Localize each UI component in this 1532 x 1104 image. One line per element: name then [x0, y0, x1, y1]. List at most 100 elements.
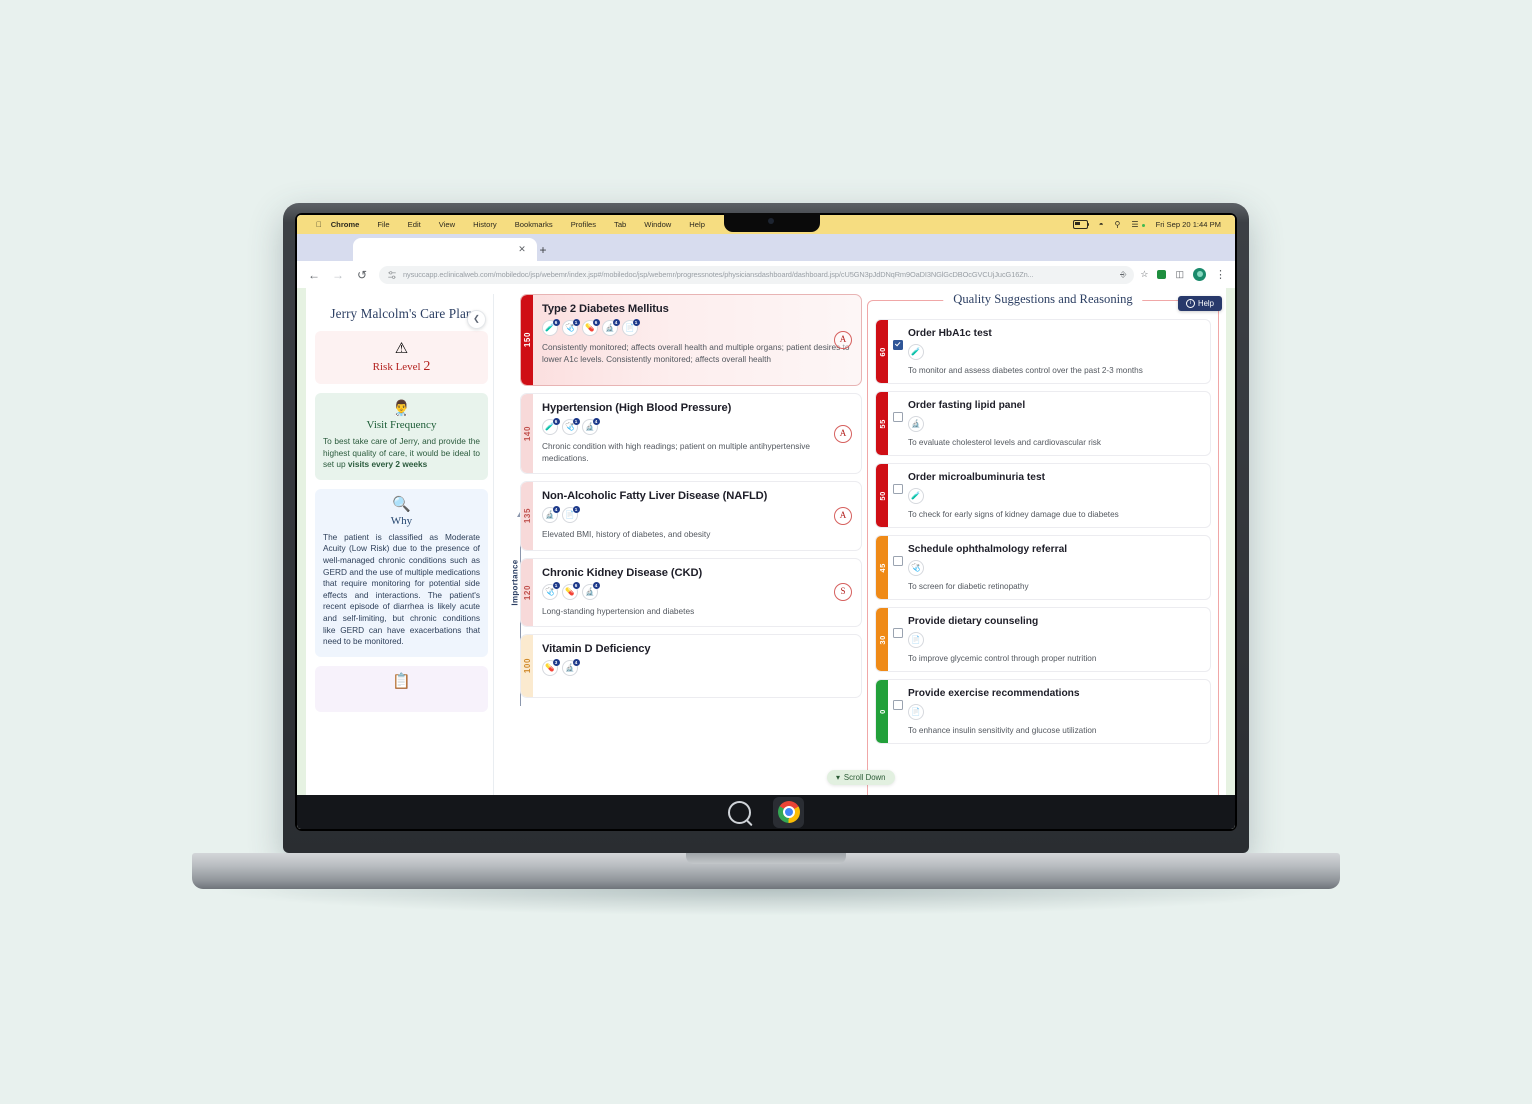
stethoscope-icon[interactable]: 🩺 — [908, 560, 924, 576]
dock-search-icon[interactable] — [728, 800, 751, 824]
medical-bag-icon[interactable]: 💊 6 — [582, 318, 600, 336]
suggestion-checkbox-cell — [888, 320, 908, 383]
severity-badge[interactable]: A — [834, 424, 852, 443]
wifi-icon[interactable]: ◓ — [1099, 220, 1104, 229]
sidebar-collapse-button[interactable]: ❮ — [467, 310, 486, 329]
stethoscope-icon[interactable]: 🩺 1 — [542, 582, 560, 600]
document-icon[interactable]: 📄 — [908, 704, 924, 720]
quality-suggestion-card[interactable]: 50 Order microalbuminuria test 🧪 To check f… — [875, 463, 1211, 528]
profile-avatar-icon[interactable] — [1193, 268, 1206, 281]
suggestion-checkbox-cell — [888, 608, 908, 671]
medication-icon[interactable]: 🔬 — [908, 416, 924, 432]
conditions-list[interactable]: 150 Type 2 Diabetes Mellitus 🧪 6 🩺 1 💊 6 🔬 4 📄 1 Con… — [520, 294, 862, 829]
stethoscope-icon[interactable]: 🩺 1 — [562, 417, 580, 435]
condition-title: Non-Alcoholic Fatty Liver Disease (NAFLD… — [542, 490, 768, 502]
condition-title: Type 2 Diabetes Mellitus — [542, 303, 669, 315]
condition-card[interactable]: 140 Hypertension (High Blood Pressure) 🧪 6 🩺… — [520, 393, 862, 474]
lab-test-icon[interactable]: 🧪 6 — [542, 318, 560, 336]
icon-count-badge: 1 — [552, 582, 560, 589]
side-panel-icon[interactable]: ◫ — [1175, 269, 1184, 280]
severity-badge[interactable]: S — [834, 583, 852, 602]
suggestion-description: To enhance insulin sensitivity and gluco… — [908, 726, 1097, 735]
menubar-item-bookmarks[interactable]: Bookmarks — [506, 220, 562, 229]
menubar-item-profiles[interactable]: Profiles — [562, 220, 605, 229]
control-center-icon[interactable]: ☰ — [1131, 220, 1138, 229]
quality-suggestion-card[interactable]: 55 Order fasting lipid panel 🔬 To evaluate … — [875, 391, 1211, 456]
severity-badge[interactable]: A — [834, 331, 852, 349]
suggestion-checkbox[interactable] — [893, 340, 903, 350]
back-arrow-icon[interactable]: ← — [307, 268, 321, 282]
browser-tab[interactable] — [353, 238, 537, 261]
forward-arrow-icon[interactable]: → — [331, 268, 345, 282]
kebab-menu-icon[interactable]: ⋮ — [1215, 269, 1226, 280]
extension-icon[interactable] — [1157, 270, 1167, 279]
suggestion-description: To screen for diabetic retinopathy — [908, 582, 1029, 591]
lab-test-icon[interactable]: 🧪 6 — [542, 417, 560, 435]
reload-icon[interactable]: ↺ — [355, 268, 369, 282]
severity-badge[interactable]: A — [834, 506, 852, 525]
condition-card[interactable]: 150 Type 2 Diabetes Mellitus 🧪 6 🩺 1 💊 6 🔬 4 📄 1 Con… — [520, 294, 862, 386]
menubar-item-tab[interactable]: Tab — [605, 220, 635, 229]
search-icon[interactable]: ⚲ — [1115, 220, 1121, 229]
suggestion-body: Order microalbuminuria test 🧪 To check for… — [908, 464, 1210, 527]
document-icon[interactable]: 📄 1 — [562, 505, 580, 523]
chrome-icon[interactable] — [773, 796, 804, 828]
address-bar[interactable]: nysuccapp.eclinicalweb.com/mobiledoc/jsp… — [379, 265, 1135, 284]
suggestion-score-rail: 50 — [876, 464, 888, 527]
menubar-item-edit[interactable]: Edit — [399, 220, 430, 229]
screen:  Chrome File Edit View History Bookmark… — [297, 215, 1235, 829]
medical-bag-icon[interactable]: 💊 6 — [562, 582, 580, 600]
laptop-base-notch — [686, 853, 846, 864]
suggestion-checkbox[interactable] — [893, 628, 903, 638]
quality-suggestion-card[interactable]: 0 Provide exercise recommendations 📄 To enh… — [875, 679, 1211, 744]
condition-card[interactable]: 100 Vitamin D Deficiency 💊 3 🔬 4 — [520, 634, 862, 698]
menubar-item-help[interactable]: Help — [680, 220, 714, 229]
suggestion-checkbox[interactable] — [893, 700, 903, 710]
suggestion-checkbox[interactable] — [893, 556, 903, 566]
close-icon[interactable]: ✕ — [518, 245, 526, 254]
medication-icon[interactable]: 🔬 4 — [582, 582, 600, 600]
help-button[interactable]: i Help — [1177, 296, 1222, 311]
condition-card[interactable]: 135 Non-Alcoholic Fatty Liver Disease (NA… — [520, 481, 862, 551]
quality-suggestion-card[interactable]: 30 Provide dietary counseling 📄 To improve … — [875, 607, 1211, 672]
medical-bag-icon[interactable]: 💊 3 — [542, 658, 560, 676]
medication-icon[interactable]: 🔬 4 — [582, 417, 600, 435]
tune-icon[interactable] — [387, 270, 397, 280]
condition-card[interactable]: 120 Chronic Kidney Disease (CKD) 🩺 1 💊 6 🔬 4 Lon… — [520, 557, 862, 627]
visit-frequency-emphasis: visits every 2 weeks — [347, 459, 428, 470]
medication-icon[interactable]: 🔬 4 — [542, 505, 560, 523]
lab-test-icon[interactable]: 🧪 — [908, 344, 924, 360]
menubar-item-file[interactable]: File — [368, 220, 398, 229]
document-icon[interactable]: 📄 1 — [622, 318, 640, 336]
condition-body: Hypertension (High Blood Pressure) 🧪 6 🩺 1 🔬 4… — [533, 394, 861, 473]
menubar-clock[interactable]: Fri Sep 20 1:44 PM — [1156, 220, 1221, 229]
suggestion-score: 0 — [877, 709, 887, 714]
suggestion-checkbox-cell — [888, 536, 908, 599]
plus-icon[interactable]: + — [537, 244, 549, 256]
condition-score: 140 — [522, 425, 532, 442]
suggestion-checkbox[interactable] — [893, 412, 903, 422]
translate-icon[interactable]: ⎆ — [1120, 270, 1126, 280]
star-icon[interactable]: ☆ — [1140, 269, 1148, 280]
condition-body: Type 2 Diabetes Mellitus 🧪 6 🩺 1 💊 6 🔬 4 📄 1 Consis… — [533, 295, 861, 385]
suggestion-score: 55 — [877, 418, 887, 429]
notes-card[interactable]: 📋 — [315, 665, 488, 712]
medication-icon[interactable]: 🔬 4 — [602, 318, 620, 336]
document-icon[interactable]: 📄 — [908, 632, 924, 648]
battery-icon[interactable] — [1072, 220, 1090, 229]
quality-suggestion-card[interactable]: 45 Schedule ophthalmology referral 🩺 To scr… — [875, 535, 1211, 600]
stethoscope-icon[interactable]: 🩺 1 — [562, 318, 580, 336]
menubar-item-history[interactable]: History — [464, 220, 506, 229]
suggestion-score-rail: 0 — [876, 680, 888, 743]
quality-panel-title: Quality Suggestions and Reasoning — [943, 292, 1143, 307]
suggestion-checkbox[interactable] — [893, 484, 903, 494]
lab-test-icon[interactable]: 🧪 — [908, 488, 924, 504]
menubar-item-window[interactable]: Window — [635, 220, 680, 229]
quality-suggestions-list[interactable]: 60 Order HbA1c test 🧪 To monitor and assess… — [875, 319, 1211, 824]
quality-suggestion-card[interactable]: 60 Order HbA1c test 🧪 To monitor and assess… — [875, 319, 1211, 384]
menubar-item-chrome[interactable]: Chrome — [322, 220, 369, 229]
menubar-item-view[interactable]: View — [430, 220, 464, 229]
medication-icon[interactable]: 🔬 4 — [562, 658, 580, 676]
condition-icon-row: 💊 3 🔬 4 — [542, 658, 851, 676]
scroll-down-pill[interactable]: ▾ Scroll Down — [827, 770, 895, 785]
